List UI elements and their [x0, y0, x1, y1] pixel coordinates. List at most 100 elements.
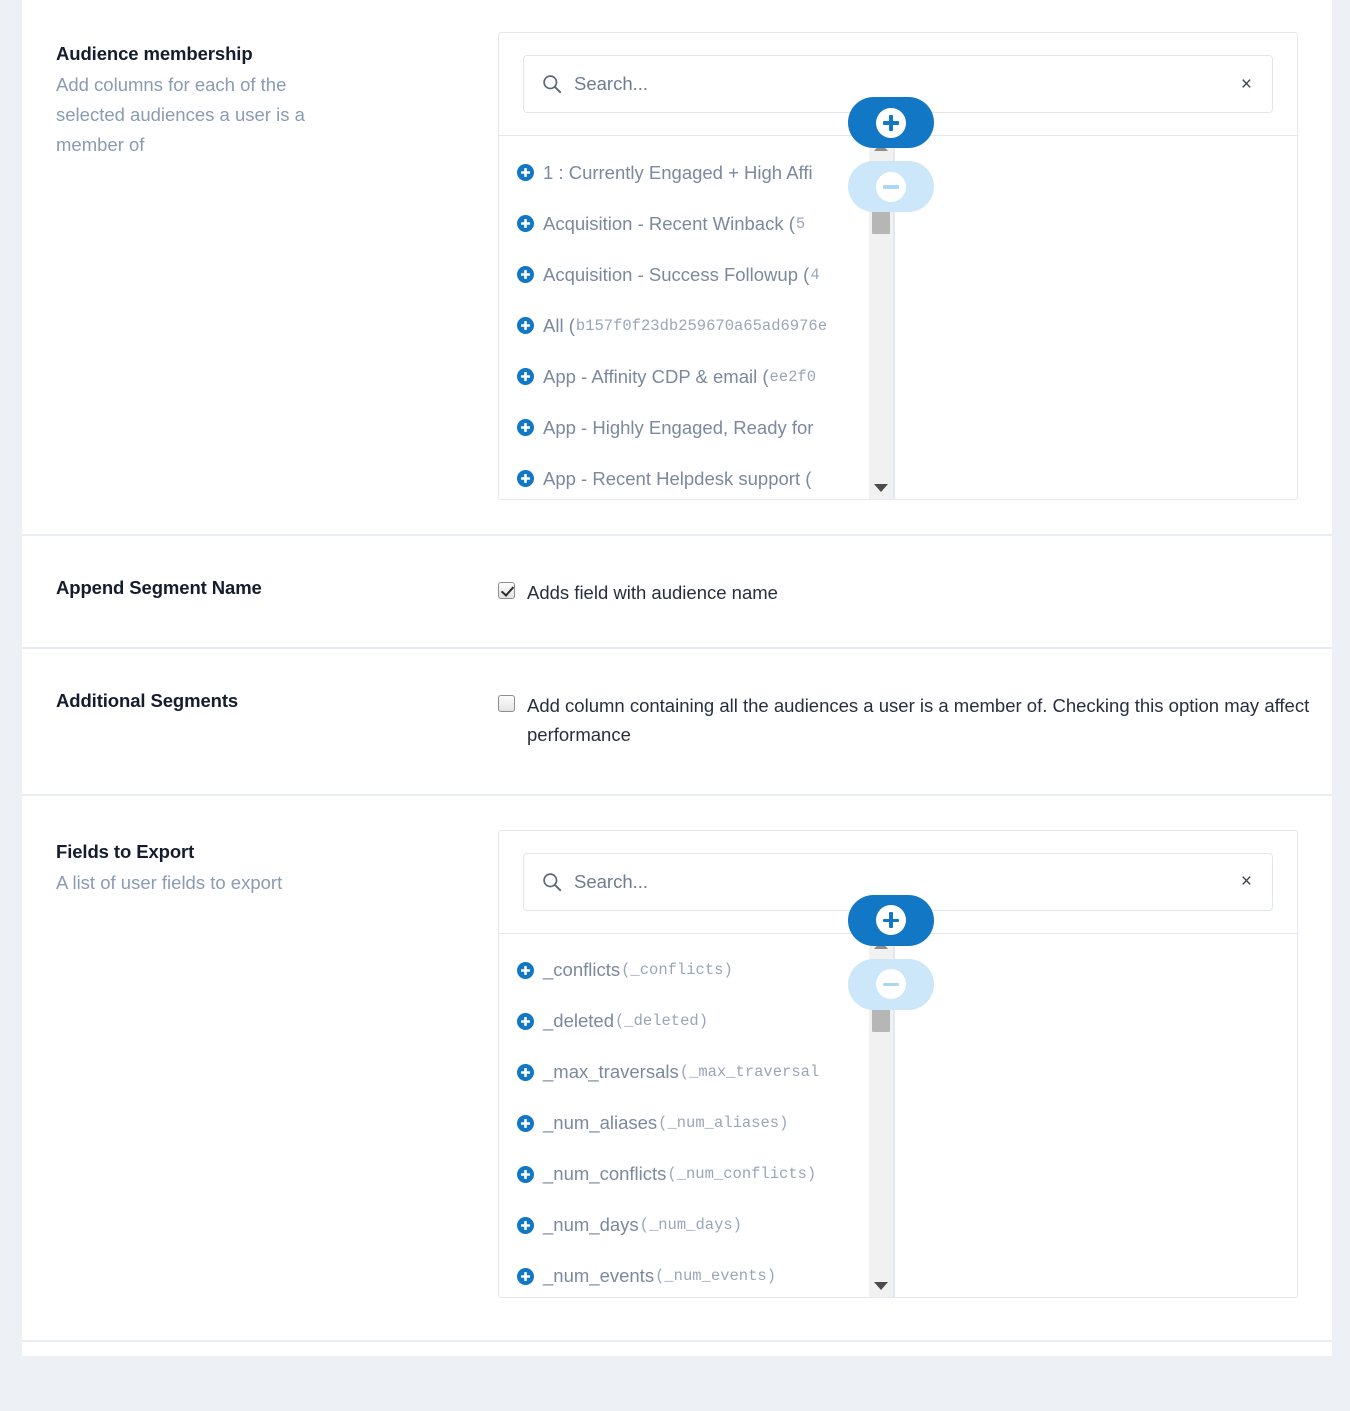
add-circle-icon: [517, 1063, 534, 1081]
list-item[interactable]: _deleted (_deleted): [499, 996, 879, 1047]
form-row-audience-membership: Audience membership Add columns for each…: [22, 0, 1332, 536]
list-item-id: (_num_days): [639, 1216, 742, 1235]
fields-to-export-control: ×: [498, 796, 1332, 1298]
list-item[interactable]: All ( b157f0f23db259670a65ad6976e: [499, 300, 879, 351]
additional-segments-title: Additional Segments: [56, 690, 239, 712]
list-item[interactable]: _num_days (_num_days): [499, 1200, 879, 1251]
audience-search-clear-button[interactable]: ×: [1233, 75, 1272, 94]
add-circle-icon: [517, 1216, 534, 1234]
fields-available-pane: _conflicts (_conflicts) _deleted (_delet…: [499, 933, 895, 1297]
list-item[interactable]: App - Highly Engaged, Ready for: [499, 402, 879, 453]
list-item-label: _num_events: [543, 1265, 655, 1287]
add-circle-icon: [517, 419, 534, 436]
add-selected-button[interactable]: [848, 97, 934, 148]
list-item[interactable]: _num_conflicts (_num_conflicts): [499, 1149, 879, 1200]
minus-icon: [876, 171, 906, 202]
audience-membership-title: Audience membership: [56, 43, 253, 64]
add-circle-icon: [517, 215, 534, 232]
scroll-down-arrow-icon[interactable]: [869, 479, 893, 497]
audience-move-buttons: [848, 97, 934, 212]
list-item-id: (_num_events): [655, 1267, 776, 1286]
additional-segments-checkbox-row: Add column containing all the audiences …: [498, 685, 1316, 749]
search-icon: [543, 75, 562, 94]
list-item-label: App - Highly Engaged, Ready for: [543, 416, 814, 438]
fields-to-export-title: Fields to Export: [56, 840, 195, 862]
list-item-id: (_num_aliases): [658, 1114, 789, 1133]
append-segment-name-checkbox-label: Adds field with audience name: [527, 582, 778, 603]
add-circle-icon: [517, 266, 534, 283]
fields-dual-list: ×: [498, 829, 1298, 1298]
form-row-append-segment-name: Append Segment Name Adds field with audi…: [22, 536, 1332, 650]
plus-icon: [876, 107, 906, 138]
list-item[interactable]: Acquisition - Success Followup ( 4: [499, 249, 879, 300]
list-item-label: _num_days: [543, 1214, 639, 1236]
next-section-start: [22, 1341, 1332, 1356]
fields-search-clear-button[interactable]: ×: [1233, 872, 1272, 891]
audience-available-list: 1 : Currently Engaged + High Affi Acquis…: [499, 136, 879, 499]
add-selected-button[interactable]: [848, 894, 934, 946]
audience-membership-description: Add columns for each of the selected aud…: [56, 73, 305, 155]
list-item-label: _num_conflicts: [543, 1163, 667, 1185]
fields-to-export-description: A list of user fields to export: [56, 871, 283, 893]
list-item-id: b157f0f23db259670a65ad6976e: [575, 316, 828, 335]
settings-card: Audience membership Add columns for each…: [22, 0, 1332, 1356]
fields-to-export-label-block: Fields to Export A list of user fields t…: [22, 796, 498, 928]
list-item-id: (_deleted): [614, 1012, 708, 1031]
form-row-additional-segments: Additional Segments Add column containin…: [22, 649, 1332, 796]
form-row-fields-to-export: Fields to Export A list of user fields t…: [22, 796, 1332, 1298]
additional-segments-checkbox-label: Add column containing all the audiences …: [527, 695, 1310, 746]
fields-selected-pane: [895, 934, 1297, 1297]
list-item-id: ee2f0: [769, 367, 817, 386]
audience-membership-control: ×: [498, 0, 1332, 534]
list-item-label: App - Affinity CDP & email (: [543, 365, 769, 387]
search-icon: [543, 872, 562, 891]
list-item-label: Acquisition - Success Followup (: [543, 263, 810, 285]
add-circle-icon: [517, 1114, 534, 1132]
list-item[interactable]: _num_events (_num_events): [499, 1251, 879, 1297]
minus-icon: [876, 969, 906, 1000]
audience-available-pane: 1 : Currently Engaged + High Affi Acquis…: [499, 136, 895, 499]
additional-segments-control: Add column containing all the audiences …: [498, 649, 1332, 793]
additional-segments-label-block: Additional Segments: [22, 649, 498, 758]
list-item[interactable]: _conflicts (_conflicts): [499, 945, 879, 996]
audience-selected-pane: [895, 136, 1297, 499]
audience-membership-label-block: Audience membership Add columns for each…: [22, 0, 498, 190]
fields-search-input[interactable]: [574, 870, 1233, 893]
list-item[interactable]: _num_aliases (_num_aliases): [499, 1098, 879, 1149]
append-segment-name-checkbox-row: Adds field with audience name: [498, 572, 1316, 607]
append-segment-name-control: Adds field with audience name: [498, 536, 1332, 647]
list-item-label: _deleted: [543, 1010, 614, 1032]
add-circle-icon: [517, 1165, 534, 1183]
list-item-label: _num_aliases: [543, 1112, 658, 1134]
scroll-down-arrow-icon[interactable]: [869, 1277, 893, 1295]
additional-segments-checkbox[interactable]: [498, 695, 515, 713]
card-bottom-spacer: [22, 1297, 1332, 1340]
list-item-id: 5: [795, 214, 806, 233]
append-segment-name-checkbox[interactable]: [498, 582, 515, 599]
append-segment-name-title: Append Segment Name: [56, 577, 262, 598]
list-item-label: Acquisition - Recent Winback (: [543, 212, 795, 234]
list-item-label: _conflicts: [543, 959, 621, 981]
list-item-label: _max_traversals: [543, 1061, 679, 1083]
list-item[interactable]: 1 : Currently Engaged + High Affi: [499, 147, 879, 198]
audience-search-input[interactable]: [574, 73, 1233, 95]
list-item[interactable]: _max_traversals (_max_traversal: [499, 1047, 879, 1098]
list-item[interactable]: Acquisition - Recent Winback ( 5: [499, 198, 879, 249]
fields-move-buttons: [848, 894, 934, 1010]
list-item[interactable]: App - Affinity CDP & email ( ee2f0: [499, 351, 879, 402]
settings-page: Audience membership Add columns for each…: [0, 0, 1350, 1411]
add-circle-icon: [517, 961, 534, 979]
add-circle-icon: [517, 1267, 534, 1285]
remove-selected-button[interactable]: [848, 161, 934, 212]
remove-selected-button[interactable]: [848, 958, 934, 1010]
add-circle-icon: [517, 317, 534, 334]
fields-available-list: _conflicts (_conflicts) _deleted (_delet…: [499, 934, 879, 1297]
list-item-id: 4: [810, 265, 820, 284]
append-segment-name-label-block: Append Segment Name: [22, 536, 498, 641]
list-item[interactable]: App - Recent Helpdesk support (: [499, 453, 879, 499]
list-item-id: (_conflicts): [621, 961, 733, 980]
list-item-label: All (: [543, 314, 575, 336]
list-item-id: (_max_traversal: [679, 1063, 820, 1082]
list-item-id: (_num_conflicts): [667, 1165, 817, 1184]
add-circle-icon: [517, 1012, 534, 1030]
